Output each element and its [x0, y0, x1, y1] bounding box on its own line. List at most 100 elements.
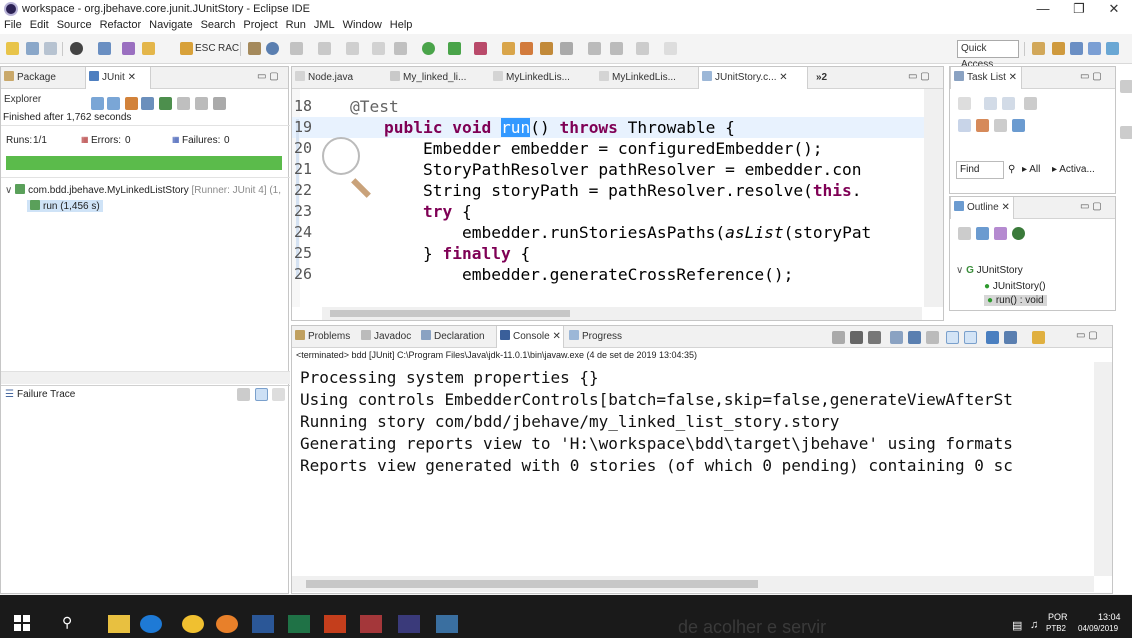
language-indicator[interactable]: POR — [1048, 612, 1068, 622]
menu-search[interactable]: Search — [197, 18, 240, 31]
back-icon[interactable] — [636, 42, 649, 55]
activate-link[interactable]: ▸ Activa... — [1052, 164, 1095, 175]
edge-icon[interactable] — [140, 615, 162, 633]
hide-completed-icon[interactable] — [958, 119, 971, 132]
eclipse-taskbar-icon[interactable] — [398, 615, 420, 633]
categorized-icon[interactable] — [984, 97, 997, 110]
outline-class[interactable]: ∨ G JUnitStory — [956, 265, 1023, 276]
pin-console-icon[interactable] — [986, 331, 999, 344]
collapse-icon[interactable] — [976, 119, 989, 132]
jml-perspective-icon[interactable] — [1088, 42, 1101, 55]
hide-static-icon[interactable] — [994, 227, 1007, 240]
horizontal-scrollbar[interactable] — [322, 307, 922, 320]
esc-icon[interactable] — [180, 42, 193, 55]
firefox-icon[interactable] — [216, 615, 238, 633]
tab-declaration[interactable]: Declaration — [418, 326, 494, 348]
external-tools-icon[interactable] — [474, 42, 487, 55]
minimize-icon[interactable]: ▭ ▢ — [1080, 201, 1102, 212]
outline-method-run[interactable]: ● run() : void — [984, 295, 1047, 306]
menu-edit[interactable]: Edit — [26, 18, 53, 31]
search-icon[interactable]: ⚲ — [62, 614, 72, 631]
compare-icon[interactable] — [272, 388, 285, 401]
toggle-icon[interactable] — [122, 42, 135, 55]
all-filter[interactable]: ▸ All — [1022, 164, 1040, 175]
vertical-scrollbar[interactable] — [1094, 362, 1112, 576]
pin-icon[interactable] — [290, 42, 303, 55]
coverage-icon[interactable] — [448, 42, 461, 55]
show-stdout-icon[interactable] — [946, 331, 959, 344]
menu-source[interactable]: Source — [53, 18, 96, 31]
tab-overflow[interactable]: »2 — [813, 67, 827, 89]
pilcrow-icon[interactable] — [372, 42, 385, 55]
tree-item-run[interactable]: run (1,456 s) — [27, 200, 103, 212]
rerun-icon[interactable] — [159, 97, 172, 110]
remove-launch-icon[interactable] — [850, 331, 863, 344]
rerun-failed-icon[interactable] — [177, 97, 190, 110]
prev-annotation-icon[interactable] — [610, 42, 623, 55]
highlight-icon[interactable] — [318, 42, 331, 55]
tab-mylinkedlist-2[interactable]: MyLinkedLis... — [596, 67, 686, 89]
scroll-lock-icon[interactable] — [141, 97, 154, 110]
keyboard-layout[interactable]: PTB2 — [1046, 624, 1066, 633]
tab-outline[interactable]: Outline ✕ — [950, 197, 1014, 219]
pin2-icon[interactable] — [394, 42, 407, 55]
hide-fields-icon[interactable] — [958, 227, 971, 240]
menu-jml[interactable]: JML — [310, 18, 339, 31]
sort-icon[interactable] — [976, 227, 989, 240]
open-perspective-icon[interactable] — [1032, 42, 1045, 55]
vertical-scrollbar[interactable] — [924, 89, 943, 307]
close-button[interactable]: ✕ — [1096, 0, 1132, 18]
outline-constructor[interactable]: ● JUnitStory() — [984, 281, 1046, 292]
search-icon[interactable]: ⚲ — [1008, 164, 1015, 175]
minimize-icon[interactable]: ▭ ▢ — [1076, 330, 1098, 341]
failures-only-icon[interactable] — [125, 97, 138, 110]
menu-project[interactable]: Project — [239, 18, 281, 31]
git-perspective-icon[interactable] — [1106, 42, 1119, 55]
prev-failure-icon[interactable] — [107, 97, 120, 110]
next-annotation-icon[interactable] — [588, 42, 601, 55]
menu-navigate[interactable]: Navigate — [145, 18, 196, 31]
stop-icon[interactable] — [195, 97, 208, 110]
access-icon[interactable] — [360, 615, 382, 633]
clock-date[interactable]: 04/09/2019 — [1078, 624, 1118, 633]
network-icon[interactable]: ▤ — [1012, 619, 1022, 632]
chrome-icon[interactable] — [182, 615, 204, 633]
powerpoint-icon[interactable] — [324, 615, 346, 633]
link-icon[interactable] — [1012, 119, 1025, 132]
word-icon[interactable] — [252, 615, 274, 633]
side-icon[interactable] — [1120, 80, 1132, 93]
tab-progress[interactable]: Progress — [566, 326, 626, 348]
file-explorer-icon[interactable] — [108, 615, 130, 633]
scheduled-icon[interactable] — [1002, 97, 1015, 110]
remove-all-icon[interactable] — [868, 331, 881, 344]
menu-refactor[interactable]: Refactor — [96, 18, 146, 31]
package-icon[interactable] — [248, 42, 261, 55]
history-icon[interactable] — [213, 97, 226, 110]
pen-icon[interactable] — [560, 42, 573, 55]
tab-console[interactable]: Console ✕ — [496, 326, 564, 348]
open-console-icon[interactable] — [1032, 331, 1045, 344]
open-type-icon[interactable] — [502, 42, 515, 55]
show-stderr-icon[interactable] — [964, 331, 977, 344]
side-icon[interactable] — [1120, 126, 1132, 139]
minimize-icon[interactable]: ▭ ▢ — [257, 71, 279, 82]
horizontal-scrollbar[interactable] — [292, 576, 1094, 592]
tab-junitstory[interactable]: JUnitStory.c... ✕ — [698, 67, 808, 89]
menu-file[interactable]: File — [0, 18, 26, 31]
clear-console-icon[interactable] — [890, 331, 903, 344]
chevron-down-icon[interactable]: ∨ — [5, 185, 12, 196]
gear-icon[interactable] — [266, 42, 279, 55]
terminate-icon[interactable] — [832, 331, 845, 344]
sync-icon[interactable] — [994, 119, 1007, 132]
run-icon[interactable] — [422, 42, 435, 55]
minimize-icon[interactable]: ▭ ▢ — [1080, 71, 1102, 82]
app-taskbar-icon[interactable] — [436, 615, 458, 633]
find-field[interactable]: Find — [956, 161, 1004, 179]
save-icon[interactable] — [26, 42, 39, 55]
maximize-button[interactable]: ❐ — [1061, 0, 1097, 18]
java-perspective-icon[interactable] — [1052, 42, 1065, 55]
windows-start-icon[interactable] — [14, 615, 30, 631]
debug-icon[interactable] — [70, 42, 83, 55]
chevron-down-icon[interactable]: ∨ — [956, 265, 963, 276]
focus-icon[interactable] — [1024, 97, 1037, 110]
